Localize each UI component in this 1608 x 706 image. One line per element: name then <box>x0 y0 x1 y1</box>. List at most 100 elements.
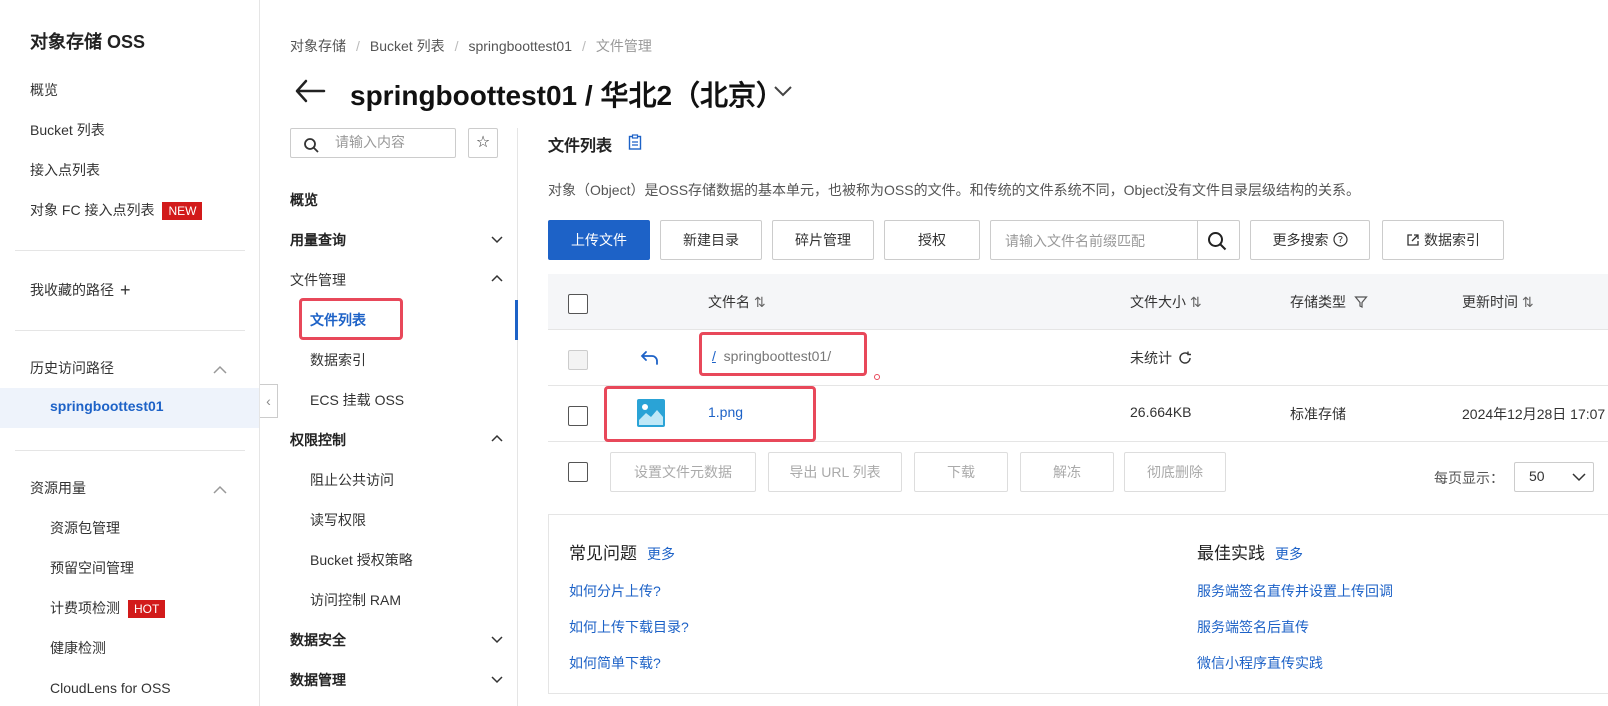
nav-group-data-security[interactable]: 数据安全 <box>290 630 503 650</box>
nav-group-data-management[interactable]: 数据管理 <box>290 670 503 690</box>
sidebar-item-health-check[interactable]: 健康检测 <box>50 638 106 658</box>
nav-item-ram[interactable]: 访问控制 RAM <box>310 590 401 610</box>
chevron-up-icon[interactable] <box>212 362 228 378</box>
file-table-header: 文件名 ⇅ 文件大小 ⇅ 存储类型 更新时间 ⇅ <box>548 274 1608 330</box>
sidebar-item-bucket-list[interactable]: Bucket 列表 <box>30 120 105 140</box>
faq-link[interactable]: 如何上传下载目录? <box>569 617 689 637</box>
plus-icon[interactable]: + <box>120 280 131 300</box>
sidebar-item-access-points[interactable]: 接入点列表 <box>30 160 100 180</box>
per-page-value: 50 <box>1529 468 1545 484</box>
more-link[interactable]: 更多 <box>647 546 675 562</box>
search-icon[interactable] <box>1207 231 1227 251</box>
sidebar-item-billing-check[interactable]: 计费项检测 HOT <box>50 598 166 619</box>
file-size: 26.664KB <box>1130 404 1192 420</box>
nav-search-placeholder: 请输入内容 <box>335 134 405 150</box>
faq-link[interactable]: 如何简单下载? <box>569 653 661 673</box>
download-button[interactable]: 下载 <box>914 452 1008 492</box>
sort-icon[interactable]: ⇅ <box>1190 294 1202 310</box>
filter-icon[interactable] <box>1354 295 1368 309</box>
more-search-label: 更多搜索 <box>1272 232 1329 248</box>
nav-item-bucket-policy[interactable]: Bucket 授权策略 <box>310 550 413 570</box>
column-header-size[interactable]: 文件大小 ⇅ <box>1130 292 1202 312</box>
divider <box>15 450 245 451</box>
column-header-updated[interactable]: 更新时间 ⇅ <box>1462 292 1534 312</box>
best-practice-link[interactable]: 微信小程序直传实践 <box>1197 653 1323 673</box>
left-sidebar: 对象存储 OSS 概览 Bucket 列表 接入点列表 对象 FC 接入点列表 N… <box>0 0 260 706</box>
nav-item-acl[interactable]: 读写权限 <box>310 510 366 530</box>
data-index-button[interactable]: 数据索引 <box>1382 220 1504 260</box>
new-badge: NEW <box>162 202 203 221</box>
column-header-name[interactable]: 文件名 ⇅ <box>708 292 766 312</box>
nav-item-block-public[interactable]: 阻止公共访问 <box>310 470 394 490</box>
sidebar-item-overview[interactable]: 概览 <box>30 80 58 100</box>
sidebar-resource-header[interactable]: 资源用量 <box>30 478 86 498</box>
return-icon[interactable] <box>640 350 660 366</box>
breadcrumb-item[interactable]: Bucket 列表 <box>370 38 445 54</box>
delete-permanently-button[interactable]: 彻底删除 <box>1124 452 1226 492</box>
sidebar-item-reserved-space[interactable]: 预留空间管理 <box>50 558 134 578</box>
faq-panel: 常见问题 更多 如何分片上传? 如何上传下载目录? 如何简单下载? 最佳实践 更多 … <box>548 514 1608 694</box>
breadcrumb-item[interactable]: 对象存储 <box>290 38 346 54</box>
sort-icon[interactable]: ⇅ <box>754 294 766 310</box>
best-practice-link[interactable]: 服务端签名直传并设置上传回调 <box>1197 581 1393 601</box>
help-icon: ? <box>1332 232 1348 247</box>
column-header-storage[interactable]: 存储类型 <box>1290 292 1368 312</box>
active-indicator <box>515 300 518 340</box>
page-title: springboottest01 / 华北2（北京） <box>350 80 785 111</box>
row-checkbox-disabled <box>568 350 588 370</box>
sidebar-history-header[interactable]: 历史访问路径 <box>30 358 114 378</box>
bulk-select-checkbox[interactable] <box>568 462 588 482</box>
sidebar-item-cloudlens[interactable]: CloudLens for OSS <box>50 678 171 698</box>
refresh-icon[interactable] <box>1178 351 1192 365</box>
nav-group-label: 文件管理 <box>290 272 346 288</box>
chevron-up-icon[interactable] <box>212 482 228 498</box>
nav-search-input[interactable]: 请输入内容 <box>290 128 456 158</box>
more-link[interactable]: 更多 <box>1275 546 1303 562</box>
new-directory-button[interactable]: 新建目录 <box>660 220 762 260</box>
more-search-button[interactable]: 更多搜索? <box>1250 220 1370 260</box>
select-all-checkbox[interactable] <box>568 294 588 314</box>
file-search-placeholder: 请输入文件名前缀匹配 <box>1005 233 1145 249</box>
restore-button[interactable]: 解冻 <box>1020 452 1114 492</box>
nav-group-usage[interactable]: 用量查询 <box>290 230 503 250</box>
divider <box>15 250 245 251</box>
star-icon[interactable]: ☆ <box>468 128 498 158</box>
sidebar-item-fc-access-points[interactable]: 对象 FC 接入点列表 NEW <box>30 200 203 221</box>
row-checkbox[interactable] <box>568 406 588 426</box>
breadcrumb: 对象存储 / Bucket 列表 / springboottest01/文件管理 <box>290 38 652 54</box>
nav-group-file-management[interactable]: 文件管理 <box>290 270 503 290</box>
sidebar-item-history-bucket[interactable]: springboottest01 <box>50 398 164 414</box>
highlight-annotation <box>299 298 403 340</box>
nav-group-label: 用量查询 <box>290 232 346 248</box>
best-practice-header: 最佳实践 更多 <box>1197 544 1303 563</box>
nav-group-permissions[interactable]: 权限控制 <box>290 430 503 450</box>
best-practice-link[interactable]: 服务端签名后直传 <box>1197 617 1309 637</box>
sidebar-favorites[interactable]: 我收藏的路径 + <box>30 280 131 300</box>
file-list-title: 文件列表 <box>548 138 613 155</box>
chevron-down-icon[interactable] <box>772 82 794 100</box>
sort-icon[interactable]: ⇅ <box>1522 294 1534 310</box>
chevron-up-icon <box>491 434 503 442</box>
bucket-nav: 请输入内容 ☆ 概览 用量查询 文件管理 文件列表 数据索引 ECS 挂载 OS… <box>260 128 518 706</box>
sidebar-item-resource-packages[interactable]: 资源包管理 <box>50 518 120 538</box>
authorize-button[interactable]: 授权 <box>884 220 980 260</box>
back-arrow-icon[interactable] <box>294 78 326 104</box>
clipboard-icon[interactable] <box>628 134 642 150</box>
nav-item-ecs-mount[interactable]: ECS 挂载 OSS <box>310 390 404 410</box>
fragment-management-button[interactable]: 碎片管理 <box>772 220 874 260</box>
highlight-annotation <box>699 332 867 376</box>
nav-group-label: 权限控制 <box>290 432 346 448</box>
set-metadata-button[interactable]: 设置文件元数据 <box>610 452 756 492</box>
breadcrumb-item-current: 文件管理 <box>595 38 652 54</box>
annotation-dot <box>874 374 880 380</box>
per-page-select[interactable]: 50 <box>1514 462 1594 492</box>
nav-item-data-index[interactable]: 数据索引 <box>310 350 366 370</box>
breadcrumb-item[interactable]: springboottest01 <box>468 38 572 54</box>
nav-group-label: 数据安全 <box>290 632 346 648</box>
upload-file-button[interactable]: 上传文件 <box>548 220 650 260</box>
divider <box>15 330 245 331</box>
export-url-button[interactable]: 导出 URL 列表 <box>768 452 902 492</box>
faq-link[interactable]: 如何分片上传? <box>569 581 661 601</box>
file-search-input[interactable]: 请输入文件名前缀匹配 <box>990 220 1240 260</box>
nav-group-overview[interactable]: 概览 <box>290 190 318 210</box>
